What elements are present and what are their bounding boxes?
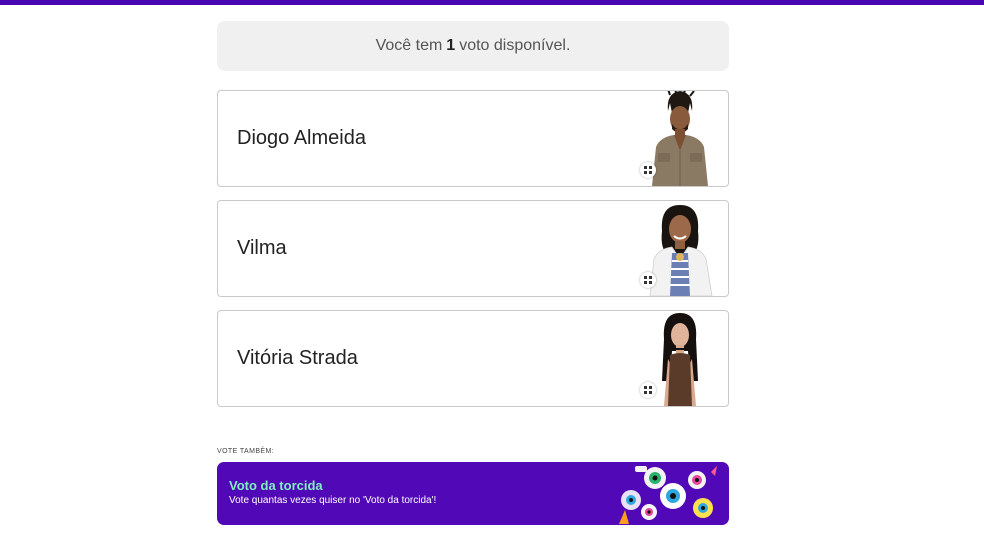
candidate-card-vitoria-strada[interactable]: Vitória Strada — [217, 310, 729, 407]
grid-icon — [640, 162, 656, 178]
voto-da-torcida-banner[interactable]: Voto da torcida Vote quantas vezes quise… — [217, 462, 729, 525]
banner-title: Voto da torcida — [229, 478, 323, 493]
candidate-name: Vilma — [237, 237, 287, 259]
vote-also-label: VOTE TAMBÉM: — [217, 448, 275, 455]
candidate-card-diogo-almeida[interactable]: Diogo Almeida — [217, 90, 729, 187]
votes-suffix: voto disponível. — [459, 37, 571, 54]
grid-icon — [640, 272, 656, 288]
top-accent-bar — [0, 0, 984, 5]
eye-mascots-illustration — [619, 466, 717, 524]
votes-count: 1 — [446, 37, 456, 54]
available-votes-notice: Você tem 1 voto disponível. — [217, 21, 729, 71]
candidate-card-vilma[interactable]: Vilma — [217, 200, 729, 297]
candidate-name: Diogo Almeida — [237, 127, 366, 149]
banner-subtitle: Vote quantas vezes quiser no 'Voto da to… — [229, 495, 437, 506]
candidate-name: Vitória Strada — [237, 347, 358, 369]
votes-prefix: Você tem — [375, 37, 443, 54]
grid-icon — [640, 382, 656, 398]
